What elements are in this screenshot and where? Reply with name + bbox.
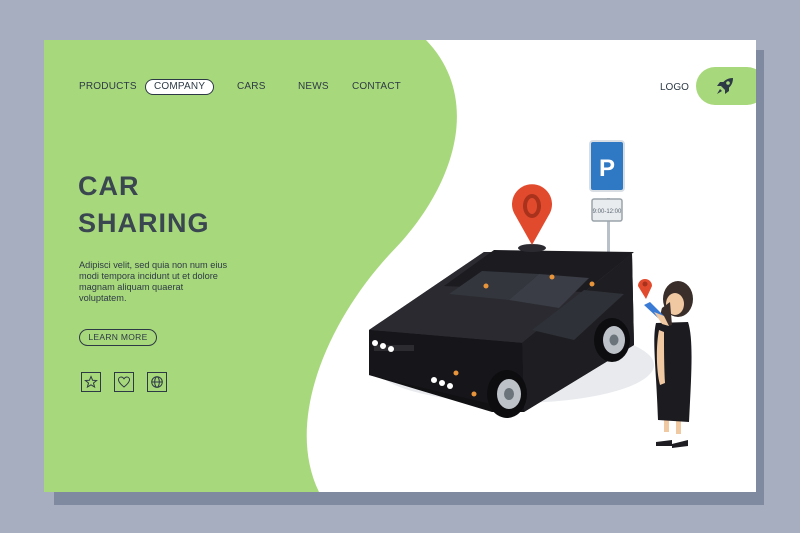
parking-letter: P: [599, 155, 615, 182]
car-sharing-illustration: P 9:00-12:00: [369, 140, 693, 448]
parking-sign: P 9:00-12:00: [589, 140, 625, 256]
landing-page: PRODUCTS COMPANY CARS NEWS CONTACT LOGO …: [44, 40, 756, 492]
location-pin: [512, 184, 552, 252]
parking-hours: 9:00-12:00: [593, 209, 622, 215]
